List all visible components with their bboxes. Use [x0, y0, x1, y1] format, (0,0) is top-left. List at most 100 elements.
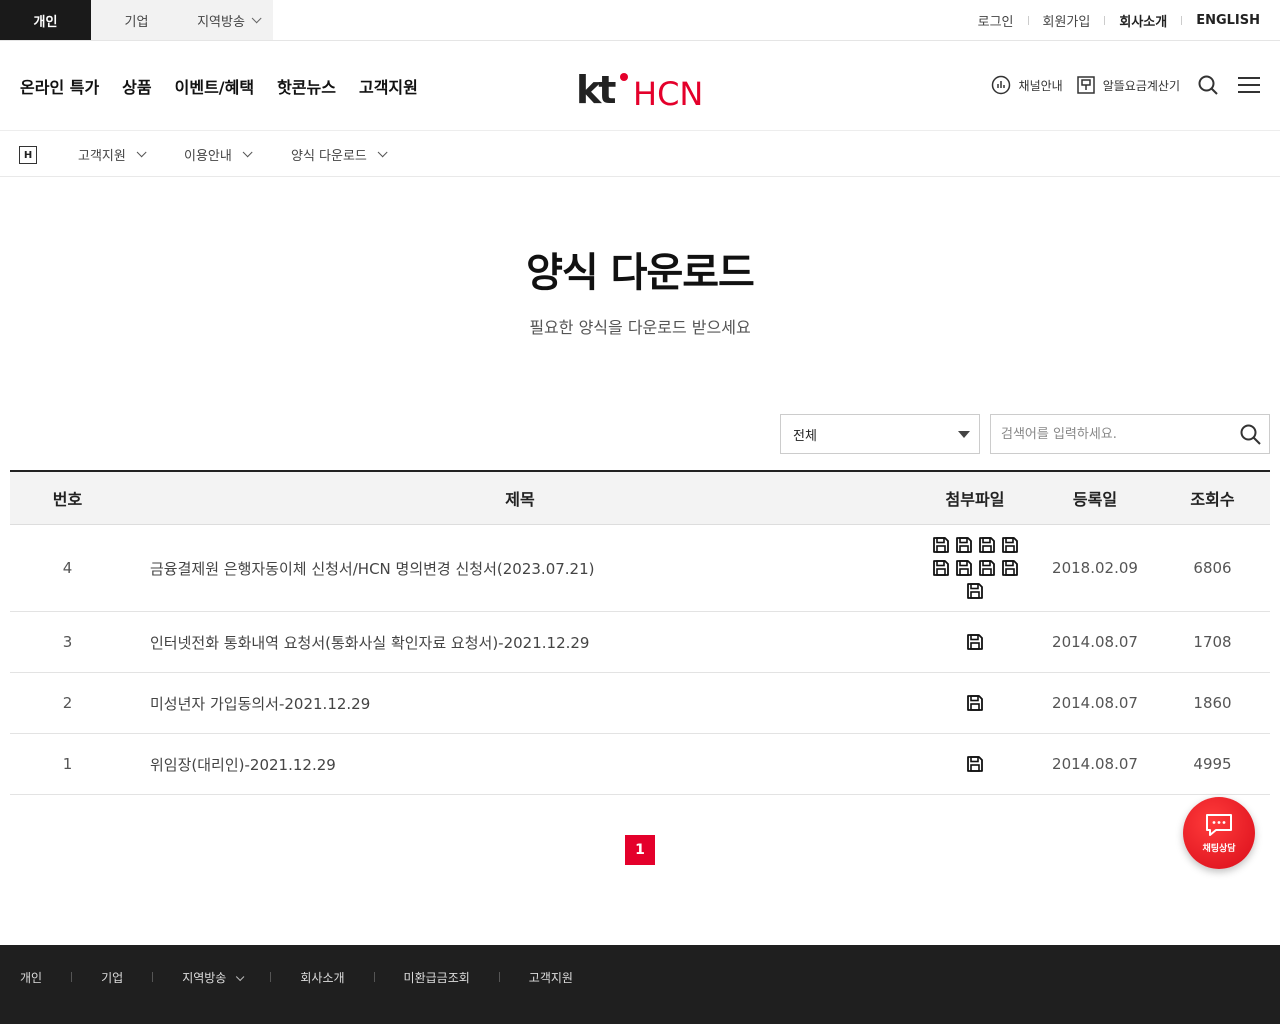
row-title-link[interactable]: 금융결제원 은행자동이체 신청서/HCN 명의변경 신청서(2023.07.21… [125, 558, 915, 579]
logo-hcn: HCN [633, 75, 703, 111]
divider [498, 972, 500, 982]
footer-link-business[interactable]: 기업 [101, 969, 123, 986]
file-download-icon[interactable] [978, 559, 996, 577]
chevron-down-icon [236, 972, 245, 981]
file-download-icon[interactable] [966, 582, 984, 600]
file-download-icon[interactable] [978, 536, 996, 554]
chevron-down-icon [251, 12, 262, 23]
row-views: 1708 [1193, 633, 1232, 651]
channel-guide-label: 채널안내 [1018, 78, 1063, 93]
row-title-link[interactable]: 인터넷전화 통화내역 요청서(통화사실 확인자료 요청서)-2021.12.29 [125, 632, 915, 653]
attachment-icons [927, 633, 1023, 651]
row-title-link[interactable]: 미성년자 가입동의서-2021.12.29 [125, 693, 915, 714]
row-number: 4 [62, 559, 73, 577]
divider [270, 972, 272, 982]
footer-link-regional-broadcast[interactable]: 지역방송 [182, 969, 245, 986]
row-views: 4995 [1193, 755, 1232, 773]
download-table: 번호 제목 첨부파일 등록일 조회수 4 금융결제원 은행자동이체 신청서/HCN… [10, 470, 1270, 795]
header-views: 조회수 [1190, 490, 1235, 509]
attachment-icons [927, 536, 1023, 600]
chevron-down-icon [377, 147, 388, 158]
channel-guide-button[interactable]: 채널안내 [991, 75, 1063, 95]
header-date: 등록일 [1072, 490, 1118, 509]
utility-links: 로그인 회원가입 회사소개 ENGLISH [978, 0, 1260, 40]
menu-products[interactable]: 상품 [122, 74, 151, 98]
page-subtitle: 필요한 양식을 다운로드 받으세요 [529, 318, 751, 337]
tab-personal[interactable]: 개인 [0, 0, 91, 40]
row-number: 1 [62, 755, 73, 773]
signup-link[interactable]: 회원가입 [1043, 11, 1091, 30]
logo-kt: kt [576, 69, 616, 111]
fee-calculator-label: 알뜰요금계산기 [1102, 78, 1180, 93]
file-download-icon[interactable] [955, 559, 973, 577]
category-select[interactable]: 전체 [780, 414, 980, 454]
row-date: 2014.08.07 [1052, 694, 1138, 712]
footer-link-personal[interactable]: 개인 [20, 969, 42, 986]
page-number-current[interactable]: 1 [625, 835, 655, 865]
category-select-value: 전체 [793, 428, 817, 444]
footer-link-company[interactable]: 회사소개 [300, 969, 344, 986]
menu-online-special[interactable]: 온라인 특가 [20, 74, 99, 98]
footer-link-refund-inquiry[interactable]: 미환급금조회 [404, 969, 470, 986]
footer: 개인 기업 지역방송 회사소개 미환급금조회 고객지원 [0, 945, 1280, 1024]
divider [1104, 15, 1106, 25]
footer-link-customer-support[interactable]: 고객지원 [529, 969, 573, 986]
breadcrumb-label: 이용안내 [184, 149, 232, 164]
search-icon[interactable] [1240, 424, 1261, 445]
file-download-icon[interactable] [966, 633, 984, 651]
breadcrumb-customer-support[interactable]: 고객지원 [78, 132, 147, 177]
breadcrumb-form-download[interactable]: 양식 다운로드 [291, 132, 388, 177]
row-date: 2018.02.09 [1052, 559, 1138, 577]
login-link[interactable]: 로그인 [978, 11, 1014, 30]
attachment-icons [927, 755, 1023, 773]
row-number: 3 [62, 633, 73, 651]
chat-bubble-icon [1206, 814, 1232, 836]
file-download-icon[interactable] [1001, 536, 1019, 554]
row-title-link[interactable]: 위임장(대리인)-2021.12.29 [125, 754, 915, 775]
chat-consult-button[interactable]: 채팅상담 [1183, 797, 1255, 869]
footer-link-label: 지역방송 [182, 970, 227, 985]
file-download-icon[interactable] [932, 559, 950, 577]
tab-business[interactable]: 기업 [91, 0, 182, 40]
search-icon[interactable] [1198, 75, 1218, 95]
row-views: 1860 [1193, 694, 1232, 712]
channel-chart-icon [991, 75, 1010, 95]
file-download-icon[interactable] [966, 755, 984, 773]
footer-nav: 개인 기업 지역방송 회사소개 미환급금조회 고객지원 [20, 945, 573, 1009]
attachment-icons [927, 694, 1023, 712]
table-row: 3 인터넷전화 통화내역 요청서(통화사실 확인자료 요청서)-2021.12.2… [10, 612, 1270, 673]
search-box [990, 414, 1270, 454]
breadcrumb-usage-guide[interactable]: 이용안내 [184, 132, 253, 177]
kt-hcn-logo[interactable]: kt HCN [576, 68, 706, 113]
global-navigation: 온라인 특가 상품 이벤트/혜택 핫콘뉴스 고객지원 kt HCN 채널안내 알… [0, 41, 1280, 131]
breadcrumb-label: 고객지원 [78, 149, 126, 164]
file-download-icon[interactable] [955, 536, 973, 554]
chevron-down-icon [136, 147, 147, 158]
menu-events[interactable]: 이벤트/혜택 [175, 74, 254, 98]
dropdown-arrow-icon [958, 431, 970, 438]
chevron-down-icon [242, 147, 253, 158]
fee-calculator-button[interactable]: 알뜰요금계산기 [1076, 76, 1180, 94]
top-utility-bar: 개인 기업 지역방송 로그인 회원가입 회사소개 ENGLISH [0, 0, 1280, 41]
home-icon[interactable]: H [19, 146, 37, 164]
hamburger-menu-icon[interactable] [1238, 76, 1260, 94]
breadcrumb-label: 양식 다운로드 [291, 149, 367, 164]
file-download-icon[interactable] [932, 536, 950, 554]
english-link[interactable]: ENGLISH [1196, 13, 1260, 28]
row-number: 2 [62, 694, 73, 712]
menu-hotcon-news[interactable]: 핫콘뉴스 [277, 74, 336, 98]
tab-regional-broadcast[interactable]: 지역방송 [182, 0, 273, 40]
company-link[interactable]: 회사소개 [1119, 11, 1167, 30]
main-menu: 온라인 특가 상품 이벤트/혜택 핫콘뉴스 고객지원 [20, 74, 441, 98]
tab-regional-broadcast-label: 지역방송 [197, 14, 245, 30]
table-header: 번호 제목 첨부파일 등록일 조회수 [10, 472, 1270, 525]
file-download-icon[interactable] [1001, 559, 1019, 577]
gnb-utilities: 채널안내 알뜰요금계산기 [991, 75, 1260, 95]
divider [373, 972, 375, 982]
search-input[interactable] [1001, 426, 1231, 442]
row-attachments [915, 536, 1035, 600]
divider [71, 972, 73, 982]
file-download-icon[interactable] [966, 694, 984, 712]
breadcrumb: H 고객지원 이용안내 양식 다운로드 [0, 132, 1280, 177]
menu-customer-support[interactable]: 고객지원 [359, 74, 418, 98]
